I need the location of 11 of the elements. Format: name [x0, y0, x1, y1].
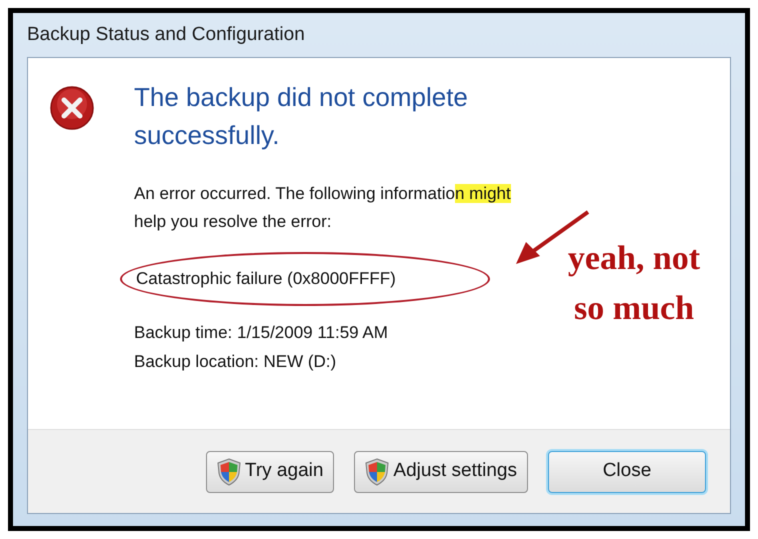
error-detail: Catastrophic failure (0x8000FFFF) — [136, 268, 396, 290]
detail-text: Backup time: 1/15/2009 11:59 AM — [134, 322, 389, 344]
window-title: Backup Status and Configuration — [27, 22, 306, 47]
dialog-button[interactable]: Try again — [206, 450, 334, 492]
detail-text: Backup location: NEW (D:) — [134, 351, 338, 373]
annotation-text: yeah, not so much — [566, 239, 702, 329]
error-icon — [50, 86, 94, 130]
dialog-button[interactable]: Adjust settings — [354, 450, 528, 492]
error-heading: The backup did not complete successfully. — [134, 81, 469, 152]
dialog-button[interactable]: Close — [548, 450, 706, 492]
error-message: An error occurred. The following information might help you resolve the error: — [134, 183, 512, 233]
